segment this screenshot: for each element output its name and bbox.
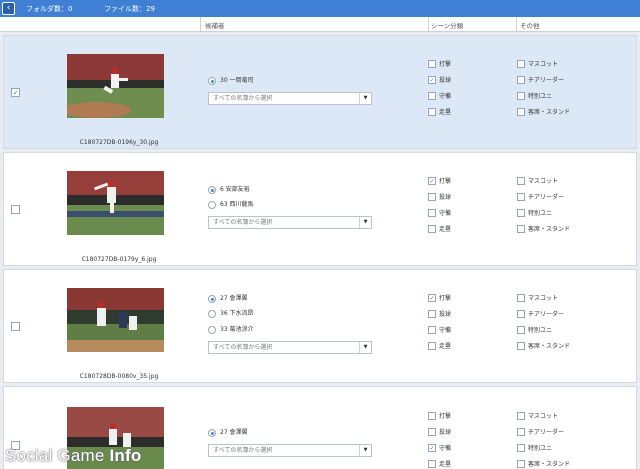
roster-select[interactable]: すべての名簿から選択 ▼ <box>208 341 372 354</box>
column-divider <box>428 17 429 32</box>
photo-thumbnail[interactable] <box>67 54 164 118</box>
photo-thumbnail[interactable] <box>67 171 164 235</box>
other-checkbox[interactable]: チアリーダー <box>517 193 564 202</box>
other-checkbox[interactable]: マスコット <box>517 294 558 303</box>
other-checkbox[interactable]: マスコット <box>517 60 558 69</box>
radio-dot <box>208 201 216 209</box>
column-divider <box>200 17 201 32</box>
other-checkbox[interactable]: 特別ユニ <box>517 326 552 335</box>
scene-checkbox[interactable]: 走塁 <box>428 342 451 351</box>
candidate-radio[interactable]: 63 西川龍馬 <box>208 200 254 210</box>
scene-checkbox[interactable]: 打撃 <box>428 60 451 69</box>
radio-dot <box>208 295 216 303</box>
candidate-radio[interactable]: 6 安部友裕 <box>208 185 250 195</box>
chevron-left-icon: ‹ <box>6 3 11 13</box>
other-checkbox[interactable]: 客席・スタンド <box>517 108 570 117</box>
candidate-radio[interactable]: 30 一岡竜司 <box>208 76 254 86</box>
radio-dot <box>208 326 216 334</box>
scene-checkbox[interactable]: 守備 <box>428 326 451 335</box>
other-checkbox[interactable]: チアリーダー <box>517 310 564 319</box>
candidate-radio[interactable]: 27 會澤翼 <box>208 428 248 438</box>
candidate-radio[interactable]: 36 下水流昂 <box>208 309 254 319</box>
row-checkbox[interactable] <box>11 205 20 214</box>
file-count: ファイル数：29 <box>104 5 155 13</box>
column-header: 候補者 シーン分類 その他 <box>0 17 640 32</box>
caret-down-icon: ▼ <box>359 445 371 456</box>
scene-checkbox[interactable]: 守備 <box>428 92 451 101</box>
column-divider <box>516 17 517 32</box>
row-checkbox[interactable] <box>11 322 20 331</box>
radio-dot <box>208 429 216 437</box>
watermark-logo: Social Game Info <box>5 446 142 465</box>
roster-select[interactable]: すべての名簿から選択 ▼ <box>208 444 372 457</box>
scene-checkbox[interactable]: 走塁 <box>428 108 451 117</box>
roster-select[interactable]: すべての名簿から選択 ▼ <box>208 92 372 105</box>
other-checkbox[interactable]: マスコット <box>517 412 558 421</box>
candidate-radio[interactable]: 27 會澤翼 <box>208 294 248 304</box>
other-checkbox[interactable]: チアリーダー <box>517 76 564 85</box>
caret-down-icon: ▼ <box>359 93 371 104</box>
back-button[interactable]: ‹ <box>2 2 15 15</box>
scene-checkbox[interactable]: 守備 <box>428 209 451 218</box>
other-checkbox[interactable]: 特別ユニ <box>517 209 552 218</box>
scene-checkbox[interactable]: 投球 <box>428 428 451 437</box>
scene-checkbox[interactable]: 打撃 <box>428 412 451 421</box>
file-name: C180728DB-0080v_35.jpg <box>79 373 159 380</box>
radio-dot <box>208 310 216 318</box>
other-checkbox[interactable]: 特別ユニ <box>517 444 552 453</box>
photo-thumbnail[interactable] <box>67 288 164 352</box>
candidate-radio[interactable]: 33 菊池涼介 <box>208 325 254 335</box>
caret-down-icon: ▼ <box>359 217 371 228</box>
scene-checkbox[interactable]: 走塁 <box>428 460 451 469</box>
column-other: その他 <box>520 22 540 30</box>
column-candidates: 候補者 <box>205 22 225 30</box>
scene-checkbox[interactable]: ✓ 投球 <box>428 76 451 85</box>
file-name: C180727DB-0179y_6.jpg <box>81 256 157 263</box>
folder-count: フォルダ数：0 <box>26 5 73 13</box>
radio-dot <box>208 186 216 194</box>
scene-checkbox[interactable]: ✓ 守備 <box>428 444 451 453</box>
top-bar: ‹ フォルダ数：0 ファイル数：29 <box>0 0 640 17</box>
other-checkbox[interactable]: チアリーダー <box>517 428 564 437</box>
other-checkbox[interactable]: 客席・スタンド <box>517 460 570 469</box>
other-checkbox[interactable]: マスコット <box>517 177 558 186</box>
other-checkbox[interactable]: 客席・スタンド <box>517 342 570 351</box>
photo-row[interactable]: C180727DB-0179y_6.jpg 6 安部友裕 63 西川龍馬 すべて… <box>3 152 637 266</box>
column-scene: シーン分類 <box>431 22 464 30</box>
scene-checkbox[interactable]: ✓ 打撃 <box>428 177 451 186</box>
scene-checkbox[interactable]: 走塁 <box>428 225 451 234</box>
photo-row[interactable]: C180728DB-0080v_35.jpg 27 會澤翼 36 下水流昂 33… <box>3 269 637 383</box>
caret-down-icon: ▼ <box>359 342 371 353</box>
other-checkbox[interactable]: 客席・スタンド <box>517 225 570 234</box>
scene-checkbox[interactable]: 投球 <box>428 310 451 319</box>
scene-checkbox[interactable]: ✓ 打撃 <box>428 294 451 303</box>
radio-dot <box>208 77 216 85</box>
other-checkbox[interactable]: 特別ユニ <box>517 92 552 101</box>
roster-select[interactable]: すべての名簿から選択 ▼ <box>208 216 372 229</box>
file-name: C180727DB-0196y_30.jpg <box>79 139 159 146</box>
scene-checkbox[interactable]: 投球 <box>428 193 451 202</box>
row-checkbox[interactable]: ✓ <box>11 88 20 97</box>
photo-row[interactable]: ✓ C180727DB-0196y_30.jpg 30 一岡竜司 すべての名簿か… <box>3 35 637 149</box>
